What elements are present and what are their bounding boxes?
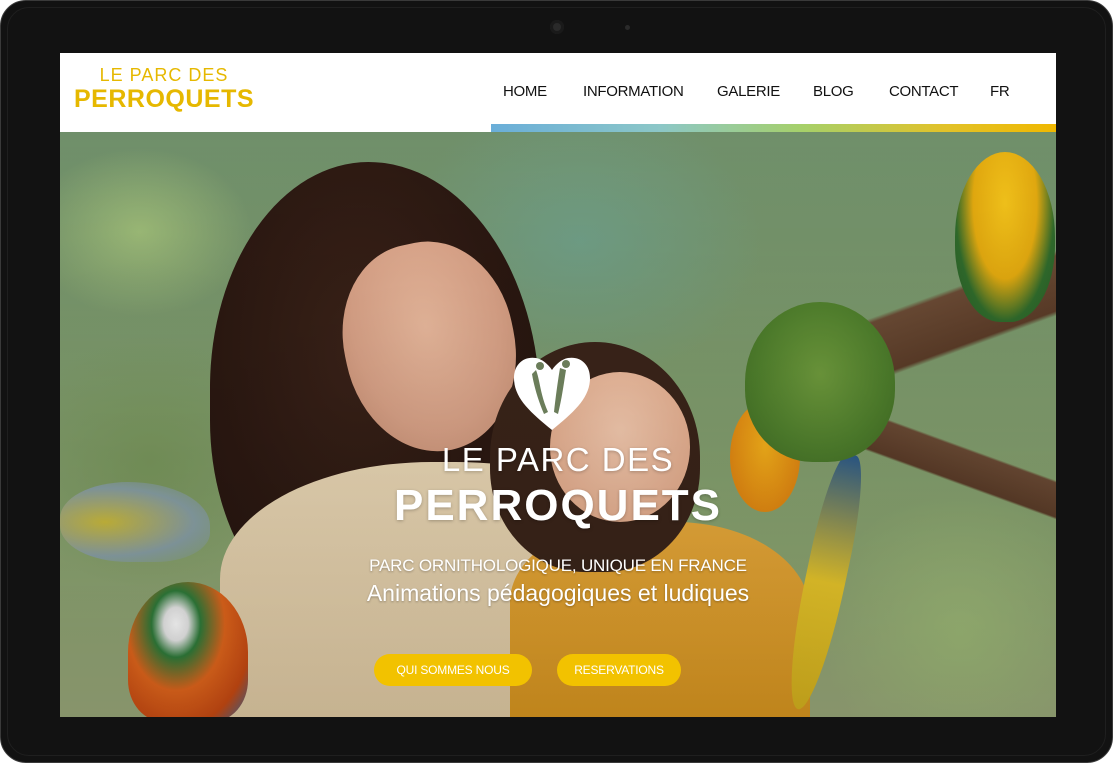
tablet-frame: LE PARC DES PERROQUETS HOME INFORMATION … <box>0 0 1113 763</box>
nav-language-fr[interactable]: FR <box>990 83 1010 100</box>
logo-line-1: LE PARC DES <box>99 65 229 85</box>
nav-home[interactable]: HOME <box>503 83 547 100</box>
nav-blog[interactable]: BLOG <box>813 83 854 100</box>
logo-line-2: PERROQUETS <box>73 85 255 113</box>
nav-galerie[interactable]: GALERIE <box>717 83 780 100</box>
hero-banner: LE PARC DES PERROQUETS PARC ORNITHOLOGIQ… <box>60 132 1056 717</box>
screen: LE PARC DES PERROQUETS HOME INFORMATION … <box>60 53 1056 717</box>
camera-icon <box>550 20 564 34</box>
hero-title-line-1: LE PARC DES <box>441 441 675 478</box>
sensor-dot <box>625 25 630 30</box>
nav-information[interactable]: INFORMATION <box>583 83 684 100</box>
parrots-heart-logo-icon <box>514 357 590 430</box>
about-us-button[interactable]: QUI SOMMES NOUS <box>374 654 532 686</box>
hero-tagline: Animations pédagogiques et ludiques <box>366 580 750 606</box>
site-header: LE PARC DES PERROQUETS HOME INFORMATION … <box>60 53 1056 132</box>
reservations-button[interactable]: RESERVATIONS <box>557 654 681 686</box>
hero-title-line-2: PERROQUETS <box>393 481 723 530</box>
hero-subtitle: PARC ORNITHOLOGIQUE, UNIQUE EN FRANCE <box>369 556 747 575</box>
nav-contact[interactable]: CONTACT <box>889 83 959 100</box>
header-gradient-stripe <box>491 124 1056 132</box>
site-logo[interactable]: LE PARC DES PERROQUETS <box>69 65 259 113</box>
